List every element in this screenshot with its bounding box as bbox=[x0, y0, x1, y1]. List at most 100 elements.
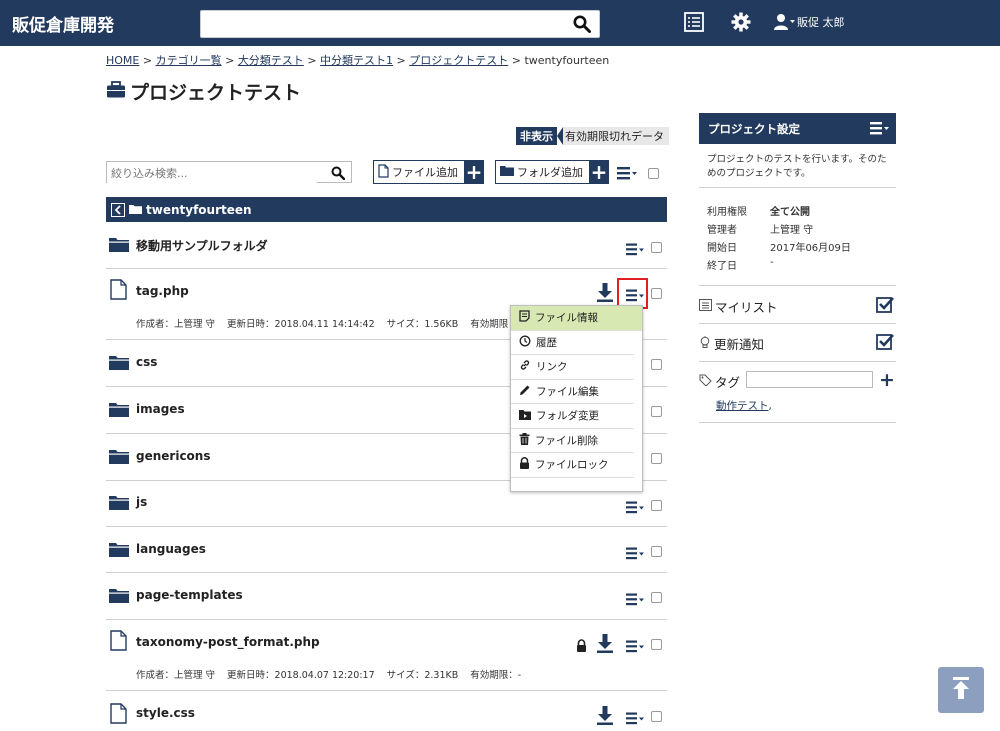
breadcrumb-middle-category[interactable]: 中分類テスト1 bbox=[320, 54, 393, 67]
list-item[interactable]: page-templates bbox=[106, 573, 667, 620]
row-checkbox[interactable] bbox=[651, 453, 662, 464]
breadcrumb: HOME > カテゴリ一覧 > 大分類テスト > 中分類テスト1 > プロジェク… bbox=[106, 54, 610, 67]
breadcrumb-home[interactable]: HOME bbox=[106, 54, 139, 67]
item-name[interactable]: js bbox=[136, 495, 147, 509]
row-checkbox[interactable] bbox=[651, 359, 662, 370]
select-all-checkbox[interactable] bbox=[648, 168, 659, 179]
back-arrow-icon[interactable] bbox=[111, 202, 125, 217]
menu-item-lock-file[interactable]: ファイルロック bbox=[511, 453, 634, 478]
notify-checkbox[interactable] bbox=[876, 333, 895, 354]
search-icon[interactable] bbox=[573, 15, 591, 37]
item-name[interactable]: languages bbox=[136, 542, 206, 556]
row-checkbox[interactable] bbox=[651, 500, 662, 511]
row-checkbox[interactable] bbox=[651, 546, 662, 557]
checklist-icon[interactable] bbox=[684, 12, 704, 36]
folder-icon bbox=[129, 203, 142, 217]
row-checkbox[interactable] bbox=[651, 639, 662, 650]
sidebar-title: プロジェクト設定 bbox=[708, 121, 800, 136]
folder-icon bbox=[500, 165, 514, 179]
folder-icon bbox=[109, 401, 129, 421]
row-menu-icon[interactable] bbox=[626, 545, 646, 564]
add-folder-button[interactable]: フォルダ追加 + bbox=[495, 160, 609, 184]
row-menu-icon[interactable] bbox=[626, 638, 646, 657]
row-context-menu: ファイル情報 履歴 リンク ファイル編集 フォルダ変更 ファイル削除 ファイルロ… bbox=[510, 305, 643, 492]
mylist-row[interactable]: マイリスト bbox=[699, 297, 778, 316]
user-name[interactable]: 販促 太郎 bbox=[797, 14, 845, 30]
item-name[interactable]: style.css bbox=[136, 706, 195, 720]
download-icon[interactable] bbox=[597, 283, 613, 306]
link-icon bbox=[519, 359, 531, 374]
prop-admin: 管理者 上管理 守 bbox=[707, 225, 814, 236]
plus-icon[interactable]: + bbox=[589, 160, 609, 184]
row-menu-icon[interactable] bbox=[626, 241, 646, 260]
menu-item-file-info[interactable]: ファイル情報 bbox=[511, 306, 642, 331]
add-file-label: ファイル追加 bbox=[392, 166, 458, 179]
file-icon bbox=[110, 279, 127, 304]
tag-icon bbox=[699, 374, 712, 389]
menu-item-delete-file[interactable]: ファイル削除 bbox=[511, 429, 634, 453]
menu-item-change-folder[interactable]: フォルダ変更 bbox=[511, 404, 634, 429]
row-checkbox[interactable] bbox=[651, 242, 662, 253]
expired-data-toggle[interactable]: 非表示 有効期限切れデータ bbox=[516, 127, 669, 145]
list-item[interactable]: languages bbox=[106, 527, 667, 573]
item-name[interactable]: css bbox=[136, 355, 157, 369]
row-checkbox[interactable] bbox=[651, 592, 662, 603]
scroll-to-top-button[interactable] bbox=[938, 667, 984, 713]
mylist-checkbox[interactable] bbox=[876, 296, 895, 317]
briefcase-icon bbox=[106, 80, 126, 103]
item-name[interactable]: page-templates bbox=[136, 588, 243, 602]
list-item[interactable]: 移動用サンプルフォルダ bbox=[106, 222, 667, 269]
list-icon bbox=[699, 299, 712, 314]
list-item[interactable]: taxonomy-post_format.php 作成者：上管理 守更新日時：2… bbox=[106, 620, 667, 691]
pencil-icon bbox=[519, 384, 531, 399]
item-name[interactable]: 移動用サンプルフォルダ bbox=[136, 237, 268, 254]
breadcrumb-category-list[interactable]: カテゴリ一覧 bbox=[156, 54, 222, 67]
row-checkbox[interactable] bbox=[651, 288, 662, 299]
arrow-up-icon bbox=[951, 677, 971, 703]
current-folder-bar: twentyfourteen bbox=[106, 197, 667, 222]
add-tag-icon[interactable]: + bbox=[879, 371, 895, 390]
download-icon[interactable] bbox=[597, 706, 613, 729]
tag-link[interactable]: 動作テスト bbox=[716, 400, 769, 412]
file-meta: 作成者：上管理 守更新日時：2018.04.11 14:14:42 サイズ：1.5… bbox=[136, 319, 509, 330]
notify-row[interactable]: 更新通知 bbox=[699, 334, 764, 353]
row-checkbox[interactable] bbox=[651, 406, 662, 417]
menu-item-edit-file[interactable]: ファイル編集 bbox=[511, 380, 634, 404]
user-icon[interactable] bbox=[774, 13, 796, 35]
item-name[interactable]: images bbox=[136, 402, 185, 416]
row-menu-icon[interactable] bbox=[626, 591, 646, 610]
row-menu-icon[interactable] bbox=[626, 710, 646, 729]
settings-menu-icon[interactable] bbox=[870, 121, 890, 138]
search-icon[interactable] bbox=[331, 165, 346, 184]
row-checkbox[interactable] bbox=[651, 711, 662, 722]
gear-icon[interactable] bbox=[731, 12, 751, 36]
plus-icon[interactable]: + bbox=[464, 160, 484, 184]
breadcrumb-major-category[interactable]: 大分類テスト bbox=[238, 54, 304, 67]
global-search-field[interactable] bbox=[200, 10, 600, 38]
list-item[interactable]: style.css bbox=[106, 691, 667, 731]
prop-end-date: 終了日 - bbox=[707, 257, 774, 272]
history-icon bbox=[519, 335, 531, 350]
app-title[interactable]: 販促倉庫開発 bbox=[12, 11, 114, 36]
expired-data-label[interactable]: 有効期限切れデータ bbox=[563, 127, 669, 145]
tag-list: 動作テスト, bbox=[716, 400, 772, 412]
filter-search-field[interactable] bbox=[106, 161, 352, 184]
prop-access: 利用権限 全て公開 bbox=[707, 207, 810, 218]
menu-item-link[interactable]: リンク bbox=[511, 355, 634, 380]
folder-move-icon bbox=[519, 409, 531, 423]
item-name[interactable]: taxonomy-post_format.php bbox=[136, 635, 320, 649]
row-menu-icon[interactable] bbox=[626, 499, 646, 518]
menu-item-history[interactable]: 履歴 bbox=[511, 331, 634, 355]
tag-row: タグ bbox=[699, 372, 740, 391]
project-settings-header: プロジェクト設定 bbox=[699, 113, 896, 144]
add-file-button[interactable]: ファイル追加 + bbox=[373, 160, 484, 184]
bulk-menu-icon[interactable] bbox=[617, 165, 639, 184]
filter-search-input[interactable] bbox=[107, 163, 317, 184]
lock-icon bbox=[576, 637, 587, 656]
item-name[interactable]: tag.php bbox=[136, 284, 189, 298]
download-icon[interactable] bbox=[597, 634, 613, 657]
hidden-label[interactable]: 非表示 bbox=[516, 127, 557, 145]
item-name[interactable]: genericons bbox=[136, 449, 210, 463]
breadcrumb-project[interactable]: プロジェクトテスト bbox=[409, 54, 508, 67]
tag-input[interactable] bbox=[746, 371, 873, 388]
